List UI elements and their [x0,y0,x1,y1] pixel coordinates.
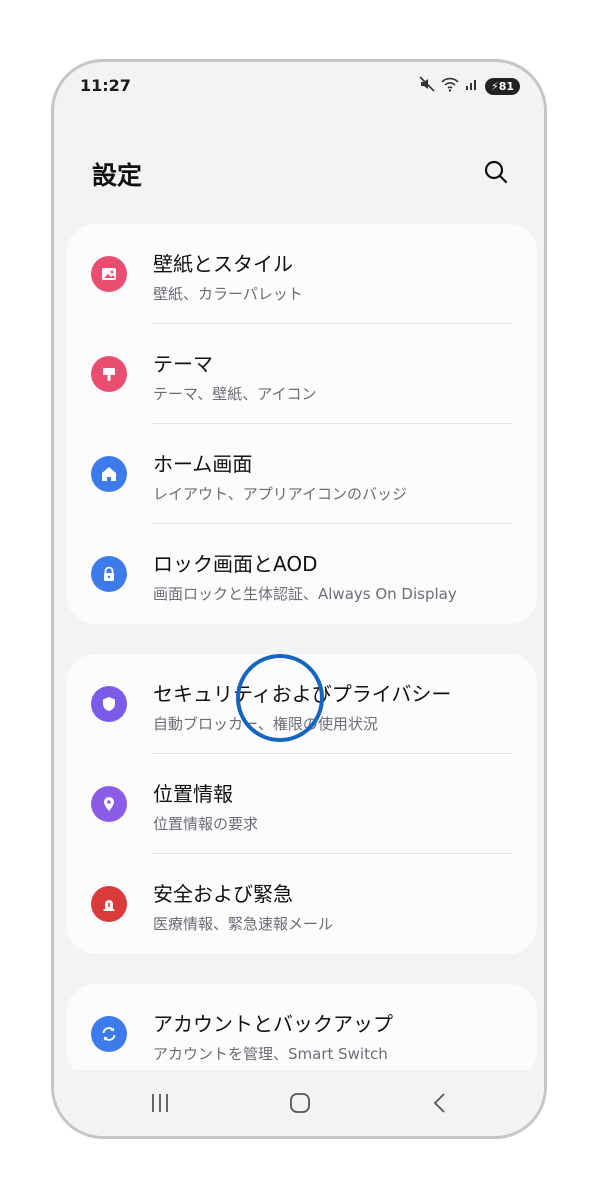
settings-item-theme[interactable]: テーマ テーマ、壁紙、アイコン [67,324,537,424]
recents-icon [152,1094,168,1112]
recents-button[interactable] [140,1088,180,1118]
item-title: テーマ [153,352,213,376]
signal-icon [465,77,479,95]
settings-item-location[interactable]: 位置情報 位置情報の要求 [67,754,537,854]
item-title: ホーム画面 [153,452,253,476]
item-subtitle: 画面ロックと生体認証、Always On Display [153,585,457,603]
back-button[interactable] [420,1088,460,1118]
status-bar: 11:27 ⚡81 [54,62,544,112]
settings-item-safety-emergency[interactable]: 安全および緊急 医療情報、緊急速報メール [67,854,537,954]
item-title: ロック画面とAOD [153,552,318,576]
lock-icon [91,556,127,592]
phone-screen: 11:27 ⚡81 設定 壁紙とスタイル 壁紙、カラーパレット テーマ テーマ、… [51,59,547,1139]
item-subtitle: レイアウト、アプリアイコンのバッジ [153,485,407,503]
home-icon [91,456,127,492]
back-icon [433,1093,445,1113]
emergency-icon [91,886,127,922]
settings-item-lock-screen[interactable]: ロック画面とAOD 画面ロックと生体認証、Always On Display [67,524,537,624]
navigation-bar [54,1070,544,1136]
location-pin-icon [91,786,127,822]
item-title: 位置情報 [153,782,233,806]
battery-charging-icon: ⚡81 [484,77,520,95]
settings-item-home-screen[interactable]: ホーム画面 レイアウト、アプリアイコンのバッジ [67,424,537,524]
settings-group-accounts: アカウントとバックアップ アカウントを管理、Smart Switch [67,984,537,1079]
wifi-icon [441,76,459,96]
touch-indicator [236,654,324,742]
item-subtitle: アカウントを管理、Smart Switch [153,1045,388,1063]
sync-icon [91,1016,127,1052]
battery-level: 81 [498,79,514,93]
home-button-icon [290,1093,310,1113]
header: 設定 [54,142,544,202]
search-button[interactable] [478,154,514,190]
item-title: アカウントとバックアップ [153,1012,393,1036]
item-title: 壁紙とスタイル [153,252,293,276]
search-icon [484,160,508,184]
item-subtitle: 医療情報、緊急速報メール [153,915,334,933]
wallpaper-icon [91,256,127,292]
shield-icon [91,686,127,722]
mute-icon [419,76,435,96]
status-icons: ⚡81 [419,76,520,96]
home-button[interactable] [280,1088,320,1118]
settings-item-wallpaper-style[interactable]: 壁紙とスタイル 壁紙、カラーパレット [67,224,537,324]
item-title: 安全および緊急 [153,882,293,906]
theme-brush-icon [91,356,127,392]
item-subtitle: 壁紙、カラーパレット [153,285,303,303]
settings-item-accounts-backup[interactable]: アカウントとバックアップ アカウントを管理、Smart Switch [67,984,537,1079]
item-subtitle: テーマ、壁紙、アイコン [153,385,317,403]
status-time: 11:27 [80,76,131,95]
settings-group-display: 壁紙とスタイル 壁紙、カラーパレット テーマ テーマ、壁紙、アイコン ホーム画面… [67,224,537,624]
item-subtitle: 位置情報の要求 [153,815,259,833]
page-title: 設定 [92,161,143,190]
